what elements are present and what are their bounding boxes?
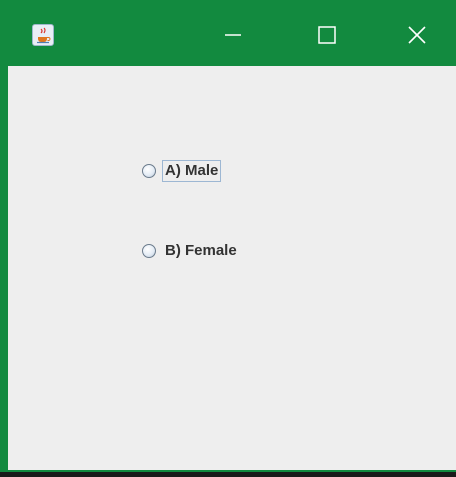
java-coffee-cup-icon[interactable] (32, 24, 54, 46)
radio-option-female[interactable]: B) Female (142, 240, 240, 262)
content-panel: A) Male B) Female (16, 66, 456, 470)
radio-label-male[interactable]: A) Male (162, 160, 222, 182)
radio-button-circle[interactable] (142, 164, 156, 178)
minimize-button[interactable] (216, 18, 250, 52)
app-window: A) Male B) Female (0, 0, 456, 472)
maximize-button[interactable] (310, 18, 344, 52)
radio-option-male[interactable]: A) Male (142, 160, 222, 182)
title-bar[interactable] (8, 0, 456, 66)
radio-button-circle[interactable] (142, 244, 156, 258)
window-bottom-shadow (0, 472, 456, 477)
radio-label-female[interactable]: B) Female (162, 240, 240, 262)
close-button[interactable] (400, 18, 434, 52)
close-icon (408, 26, 426, 44)
minimize-icon (225, 34, 241, 36)
maximize-icon (318, 26, 336, 44)
